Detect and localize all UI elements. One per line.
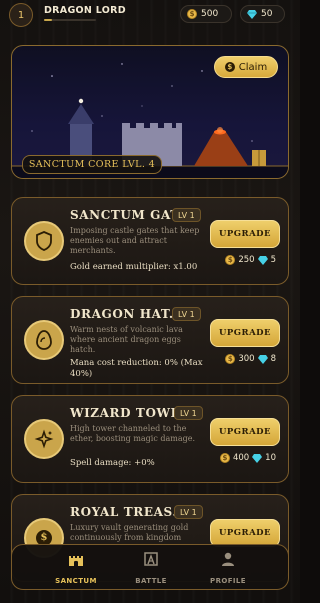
claim-label: Claim [238,61,268,73]
nav-label-battle: BATTLE [135,577,167,585]
nav-tab-profile[interactable]: PROFILE [193,551,263,585]
cost-gold: 400 [232,453,250,463]
upgrade-cost: $ 400 10 [219,453,276,463]
player-name: DRAGON LORD [44,5,126,16]
building-card-sanctum-gate: SANCTUM GATE LV 1 Imposing castle gates … [11,197,289,285]
building-level: LV 1 [174,505,203,519]
bottom-nav: SANCTUM BATTLE PROFILE [11,544,289,590]
nav-label-sanctum: SANCTUM [55,577,97,585]
cost-gems: 10 [265,453,276,463]
building-level: LV 1 [172,208,201,222]
gold-counter[interactable]: $ 500 [180,5,232,23]
building-stat: Gold earned multiplier: x1.00 [70,262,198,272]
gold-amount: 500 [201,9,219,19]
nav-label-profile: PROFILE [210,577,246,585]
claim-button[interactable]: $ Claim [214,56,278,78]
coin-icon: $ [225,354,236,364]
upgrade-button[interactable]: UPGRADE [210,319,280,347]
building-description: Luxury vault generating gold continuousl… [70,523,189,542]
coin-icon: $ [187,9,197,19]
building-title: DRAGON HAT... [70,307,184,321]
building-title: ROYAL TREAS... [70,505,187,519]
building-card-dragon-hatchery: DRAGON HAT... LV 1 Warm nests of volcani… [11,296,289,384]
upgrade-button[interactable]: UPGRADE [210,519,280,547]
coin-icon: $ [224,62,235,72]
upgrade-button[interactable]: UPGRADE [210,418,280,446]
building-stat: Mana cost reduction: 0% (Max 40%) [70,358,203,379]
coin-icon: $ [219,453,230,463]
cost-gems: 8 [270,354,276,364]
gem-icon [252,453,263,463]
castle-icon [69,556,83,566]
upgrade-cost: $ 300 8 [225,354,276,364]
battle-icon [144,552,158,566]
sparkles-icon [24,419,64,459]
xp-fill [44,19,52,21]
building-description: High tower channeled to the ether, boost… [70,424,196,443]
cost-gems: 5 [270,255,276,265]
sanctum-core-level: SANCTUM CORE LVL. 4 [22,155,162,174]
egg-icon [24,320,64,360]
upgrade-button[interactable]: UPGRADE [210,220,280,248]
building-card-wizard-tower: WIZARD TOWE... LV 1 High tower channeled… [11,395,289,483]
building-level: LV 1 [174,406,203,420]
building-level: LV 1 [172,307,201,321]
gem-amount: 50 [261,9,273,19]
building-description: Imposing castle gates that keep enemies … [70,226,200,255]
gem-icon [247,9,257,19]
gem-icon [257,354,268,364]
nav-tab-sanctum[interactable]: SANCTUM [41,551,111,585]
nav-tab-battle[interactable]: BATTLE [116,551,186,585]
building-description: Warm nests of volcanic lava where ancien… [70,325,183,354]
coin-icon: $ [225,255,236,265]
xp-bar [44,19,96,21]
top-bar: 1 DRAGON LORD $ 500 50 [0,0,300,30]
shield-icon [24,221,64,261]
cost-gold: 300 [238,354,255,364]
building-stat: Spell damage: +0% [70,458,155,468]
gem-icon [257,255,268,265]
gem-counter[interactable]: 50 [240,5,285,23]
upgrade-cost: $ 250 5 [225,255,276,265]
cost-gold: 250 [238,255,255,265]
player-level-badge[interactable]: 1 [9,3,33,27]
user-icon [222,552,234,566]
